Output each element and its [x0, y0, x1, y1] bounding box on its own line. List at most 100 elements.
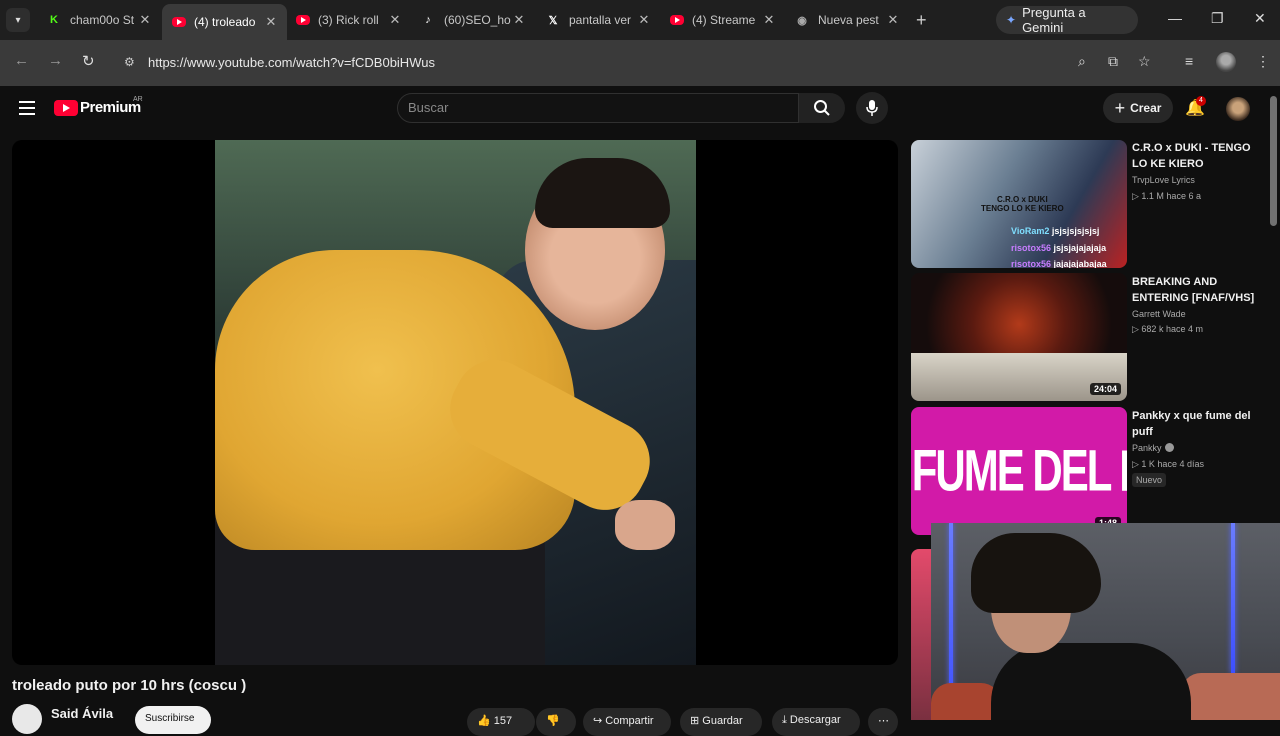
youtube-icon — [670, 15, 684, 25]
browser-profile-avatar[interactable] — [1216, 52, 1236, 72]
tab-rick-roll[interactable]: (3) Rick roll ✕ — [286, 4, 411, 36]
dislike-button[interactable]: 👎 — [536, 708, 576, 736]
youtube-icon — [296, 15, 310, 25]
youtube-logo-icon[interactable] — [54, 100, 78, 116]
plus-icon: + — [1114, 97, 1126, 118]
save-button[interactable]: ⊞ Guardar — [680, 708, 762, 736]
rec-meta-text: 1.1 M hace 6 a — [1141, 191, 1201, 201]
like-button[interactable]: 👍 157 — [467, 708, 535, 736]
save-label: Guardar — [702, 715, 743, 727]
download-icon: ⤓ — [782, 714, 790, 726]
rec-title-1[interactable]: C.R.O x DUKI - TENGO LO KE KIERO — [1132, 140, 1262, 172]
gemini-label: Pregunta a Gemini — [1022, 5, 1086, 35]
rec-meta-3: ▷ 1 K hace 4 días — [1132, 459, 1204, 470]
more-actions-button[interactable]: ⋯ — [868, 708, 898, 736]
tab-search-menu-button[interactable]: ▾ — [6, 8, 30, 32]
close-icon[interactable]: ✕ — [387, 12, 403, 28]
rec-channel-1[interactable]: TrvpLove Lyrics — [1132, 175, 1195, 185]
new-tab-button[interactable]: + — [916, 10, 927, 31]
url-field[interactable]: https://www.youtube.com/watch?v=fCDB0biH… — [148, 55, 435, 70]
play-icon: ▷ — [1132, 459, 1142, 469]
webcam-overlay — [931, 523, 1280, 720]
restore-button[interactable]: ❐ — [1211, 10, 1224, 27]
rec-channel-2[interactable]: Garrett Wade — [1132, 309, 1186, 319]
media-controls-icon[interactable]: ≡ — [1185, 53, 1193, 69]
chat-line: VioRam2 jsjsjsjsjsjsj — [1011, 226, 1099, 236]
microphone-icon — [866, 100, 878, 116]
menu-icon[interactable] — [19, 101, 35, 119]
subscribe-button[interactable]: Suscribirse — [135, 706, 211, 734]
more-menu-icon[interactable]: ⋮ — [1256, 53, 1270, 70]
tab-title: pantalla ver — [569, 13, 632, 27]
close-icon[interactable]: ✕ — [511, 12, 527, 28]
scrollbar[interactable] — [1270, 96, 1277, 226]
rec-thumbnail-3[interactable]: QUE FUME DEL PUFF 1:48 — [911, 407, 1127, 535]
forward-button[interactable]: → — [48, 52, 63, 69]
search-icon — [814, 100, 830, 116]
new-badge: Nuevo — [1132, 473, 1167, 487]
kick-icon: K — [50, 14, 58, 26]
tab-new[interactable]: ◉ Nueva pest ✕ — [784, 4, 909, 36]
x-icon: 𝕏 — [548, 14, 558, 27]
more-icon: ⋯ — [878, 715, 889, 727]
create-button[interactable]: + Crear — [1103, 93, 1173, 123]
gemini-button[interactable]: ✦ Pregunta a Gemini — [996, 5, 1138, 35]
chat-message: jsjsjsjsjsjsj — [1051, 226, 1100, 236]
rec-thumbnail-2[interactable]: 24:04 — [911, 273, 1127, 401]
back-button[interactable]: ← — [14, 52, 29, 69]
channel-avatar[interactable] — [12, 704, 42, 734]
rec-meta-2: ▷ 682 k hace 4 m — [1132, 324, 1203, 335]
account-avatar[interactable] — [1226, 97, 1250, 121]
channel-name[interactable]: Said Ávila — [51, 706, 113, 721]
rec-meta-text: 1 K hace 4 días — [1141, 459, 1204, 469]
save-icon: ⊞ — [690, 715, 703, 727]
chat-line: risotox56 jajajajabajaa — [1011, 259, 1107, 268]
rec-thumbnail-1[interactable]: C.R.O x DUKI TENGO LO KE KIERO VioRam2 js… — [911, 140, 1127, 268]
video-frame[interactable] — [215, 140, 696, 665]
close-icon[interactable]: ✕ — [137, 12, 153, 28]
share-icon: ↪ — [593, 715, 606, 727]
thumb-overlay-text: QUE FUME DEL PUFF — [911, 437, 1127, 504]
thumbs-up-icon: 👍 — [477, 715, 494, 727]
search-input[interactable]: Buscar — [397, 93, 799, 123]
region-label: AR — [133, 96, 143, 103]
duration-badge: 24:04 — [1089, 383, 1121, 395]
chat-user: VioRam2 — [1011, 226, 1050, 236]
tab-troleado[interactable]: (4) troleado ✕ — [162, 4, 287, 40]
video-player[interactable] — [12, 140, 898, 665]
close-icon[interactable]: ✕ — [263, 14, 279, 30]
tab-x[interactable]: 𝕏 pantalla ver ✕ — [535, 4, 660, 36]
reload-button[interactable]: ↻ — [82, 52, 95, 70]
install-icon[interactable]: ⧉ — [1108, 53, 1118, 70]
chat-line: risotox56 jsjsjajajajaja — [1011, 243, 1106, 253]
close-icon[interactable]: ✕ — [885, 12, 901, 28]
zoom-icon[interactable]: ⌕ — [1078, 53, 1086, 70]
rec-title-2[interactable]: BREAKING AND ENTERING [FNAF/VHS] — [1132, 274, 1262, 306]
site-info-icon[interactable]: ⚙ — [124, 55, 135, 69]
chrome-icon: ◉ — [797, 14, 807, 27]
thumbs-down-icon: 👎 — [546, 715, 560, 727]
tab-streamer[interactable]: (4) Streame ✕ — [660, 4, 785, 36]
minimize-button[interactable]: — — [1168, 10, 1182, 26]
download-button[interactable]: ⤓ Descargar — [772, 708, 860, 736]
search-button[interactable] — [799, 93, 845, 123]
streamer-hair — [971, 533, 1101, 613]
youtube-premium-logo[interactable]: Premium — [80, 99, 141, 116]
led-light — [1231, 523, 1235, 673]
share-button[interactable]: ↪ Compartir — [583, 708, 671, 736]
rec-channel-3[interactable]: Pankky — [1132, 443, 1174, 453]
tab-kick[interactable]: K cham00o St ✕ — [36, 4, 161, 36]
rec-title-3[interactable]: Pankky x que fume del puff — [1132, 408, 1262, 440]
chat-user: risotox56 — [1011, 259, 1052, 268]
verified-icon — [1164, 443, 1174, 452]
gemini-icon: ✦ — [1006, 13, 1017, 27]
close-icon[interactable]: ✕ — [636, 12, 652, 28]
close-window-button[interactable]: ✕ — [1254, 10, 1266, 27]
bookmark-star-icon[interactable]: ☆ — [1138, 53, 1151, 70]
tab-tiktok[interactable]: ♪ (60)SEO_ho ✕ — [410, 4, 535, 36]
chair — [1181, 673, 1280, 720]
voice-search-button[interactable] — [856, 92, 888, 124]
rec-meta-1: ▷ 1.1 M hace 6 a — [1132, 191, 1201, 202]
tab-title: Nueva pest — [818, 13, 879, 27]
close-icon[interactable]: ✕ — [761, 12, 777, 28]
